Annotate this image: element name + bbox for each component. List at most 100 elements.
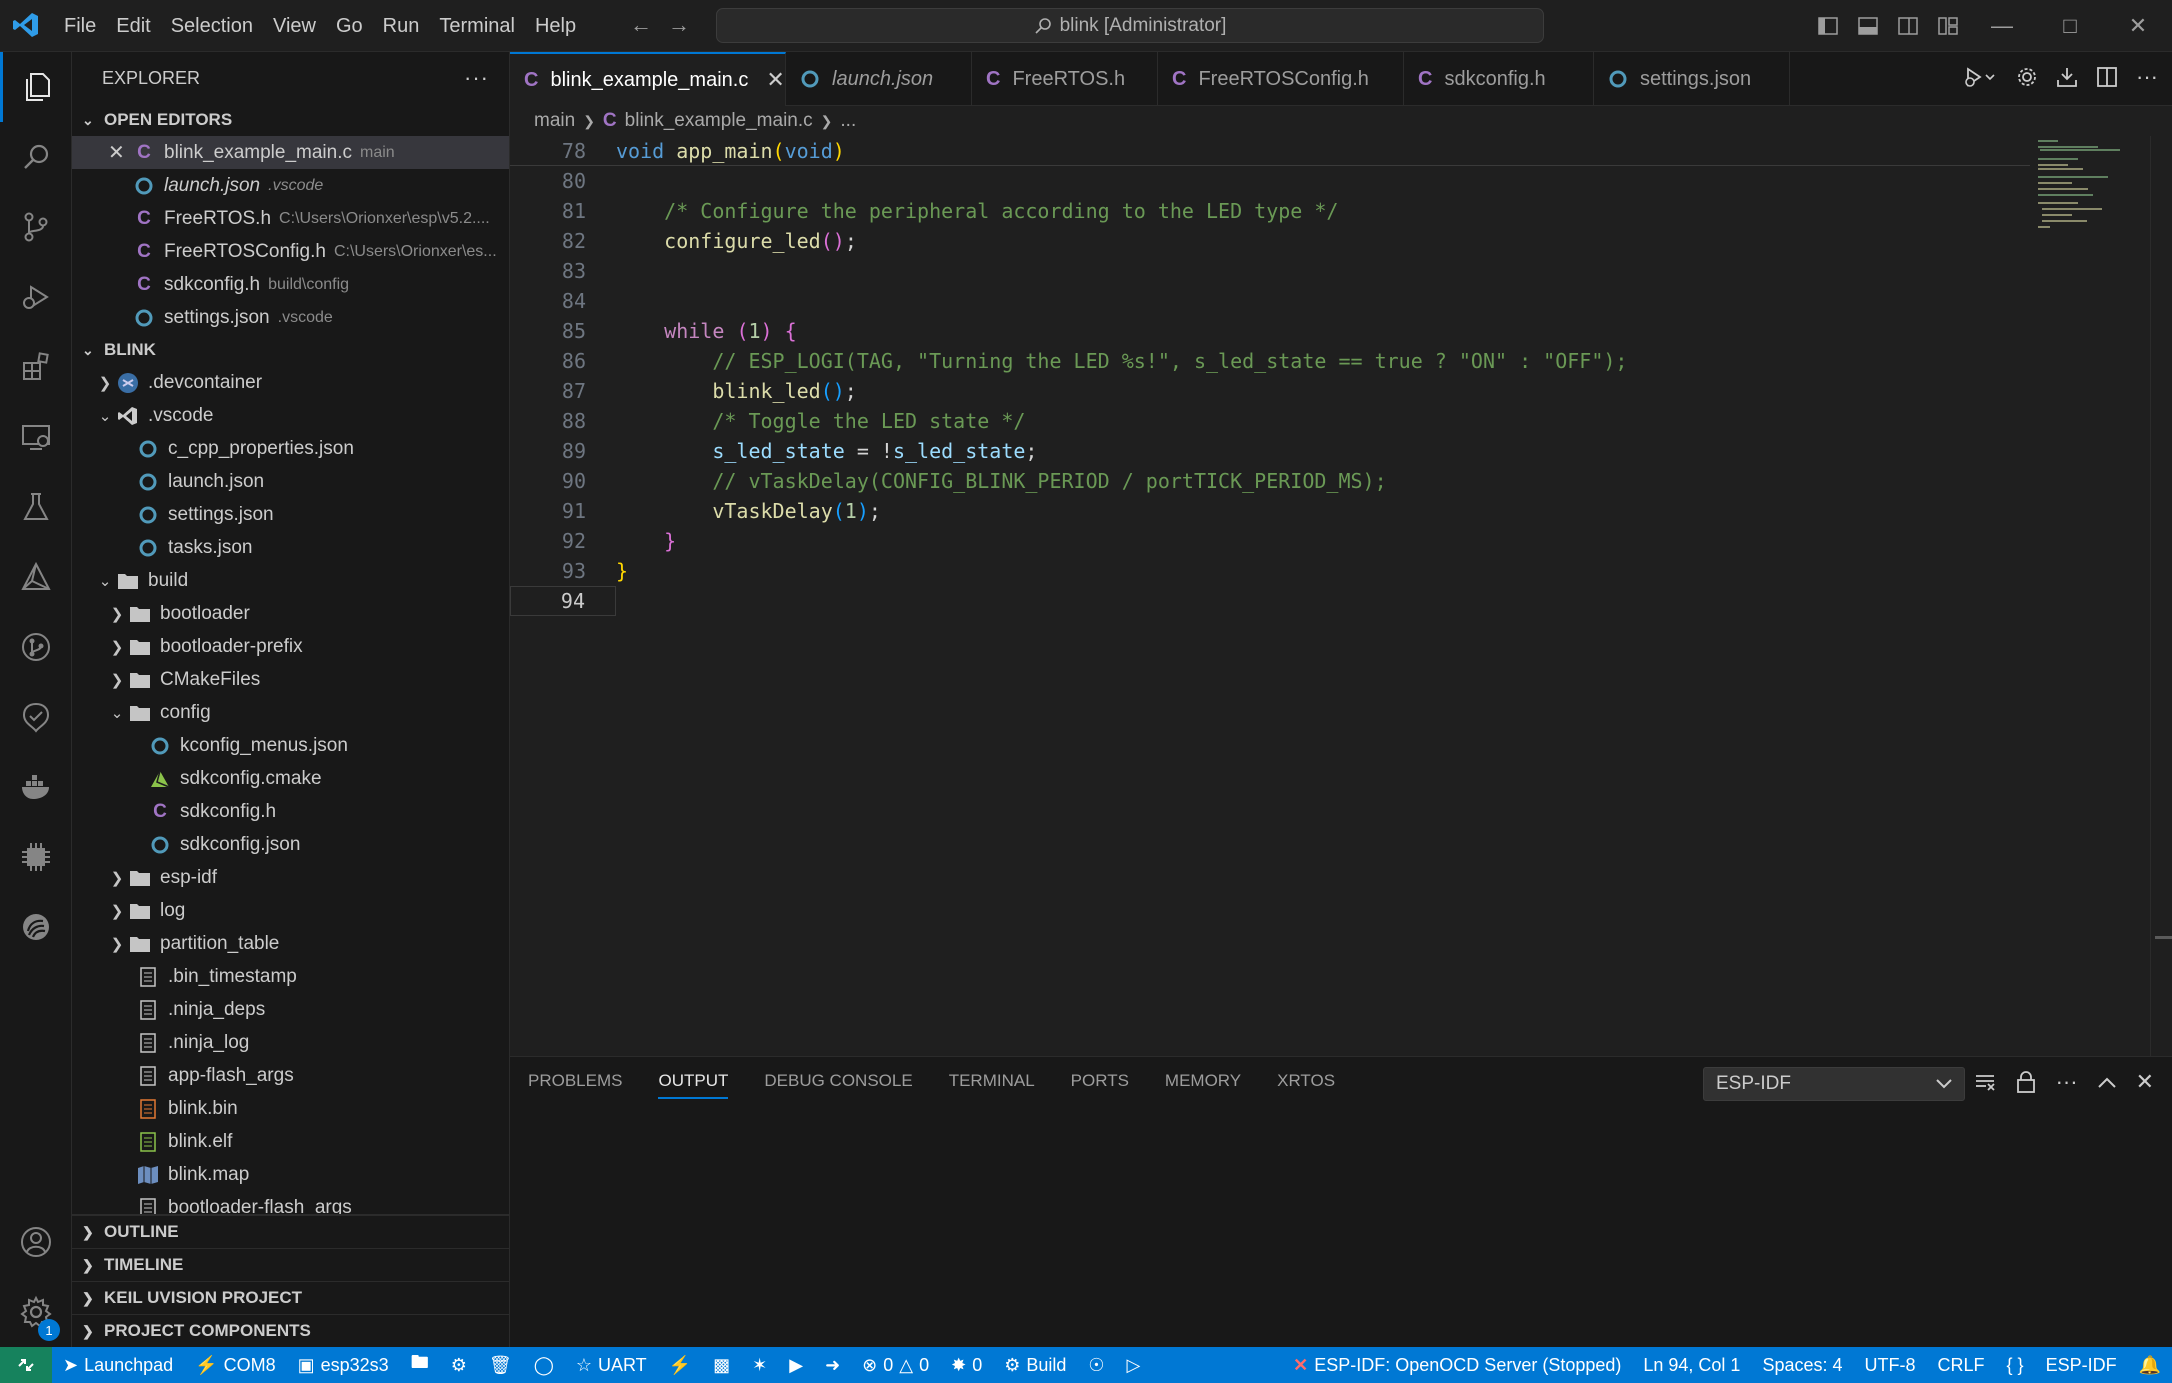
toggle-secondary-sidebar-icon[interactable] <box>1888 0 1928 52</box>
run-play-icon[interactable]: ▷ <box>1116 1355 1152 1376</box>
testing-check-icon[interactable] <box>0 682 72 752</box>
output-channel-select[interactable]: ESP-IDF <box>1703 1067 1965 1101</box>
language-mode[interactable]: ESP-IDF <box>2035 1355 2128 1376</box>
tree-folder[interactable]: ❯ bootloader-prefix <box>72 630 509 663</box>
tree-file[interactable]: blink.bin <box>72 1092 509 1125</box>
port-item[interactable]: ⚡ COM8 <box>184 1355 286 1376</box>
trash-icon[interactable]: 🗑 <box>478 1355 523 1376</box>
split-editor-icon[interactable] <box>2096 66 2118 88</box>
panel-tab-xrtos[interactable]: XRTOS <box>1277 1071 1335 1099</box>
tree-file[interactable]: .ninja_deps <box>72 993 509 1026</box>
tree-file[interactable]: launch.json <box>72 465 509 498</box>
tree-folder[interactable]: ❯ bootloader <box>72 597 509 630</box>
tree-file[interactable]: blink.map <box>72 1158 509 1191</box>
code-editor[interactable]: 78 void app_main(void) 80 81 /* Configur… <box>510 136 2030 1056</box>
maximize-icon[interactable]: □ <box>2036 0 2104 52</box>
tree-file[interactable]: tasks.json <box>72 531 509 564</box>
tree-file[interactable]: settings.json <box>72 498 509 531</box>
maximize-panel-icon[interactable] <box>2097 1076 2116 1088</box>
tree-folder[interactable]: ⌄ config <box>72 696 509 729</box>
menu-selection[interactable]: Selection <box>161 15 263 38</box>
chip-icon[interactable] <box>0 822 72 892</box>
lock-icon[interactable] <box>2016 1071 2036 1093</box>
language-status-braces[interactable]: { } <box>1996 1355 2035 1376</box>
breadcrumb-file[interactable]: blink_example_main.c <box>625 110 813 132</box>
terminal-icon[interactable]: ▶ <box>778 1355 814 1376</box>
toggle-primary-sidebar-icon[interactable] <box>1808 0 1848 52</box>
flame-icon[interactable]: ✶ <box>741 1355 778 1376</box>
download-icon[interactable] <box>2056 66 2078 88</box>
tree-folder[interactable]: ❯ CMakeFiles <box>72 663 509 696</box>
tree-file[interactable]: C sdkconfig.h <box>72 795 509 828</box>
menu-view[interactable]: View <box>263 15 326 38</box>
menu-go[interactable]: Go <box>326 15 373 38</box>
breadcrumb-more[interactable]: ... <box>840 110 856 132</box>
target-item[interactable]: ▣ esp32s3 <box>287 1355 400 1376</box>
explorer-icon[interactable] <box>0 52 72 122</box>
more-actions-icon[interactable]: ··· <box>464 65 489 91</box>
outline-section[interactable]: ❯ OUTLINE <box>72 1215 509 1248</box>
accounts-icon[interactable] <box>0 1207 72 1277</box>
panel-tab-output[interactable]: OUTPUT <box>658 1071 729 1099</box>
docker-icon[interactable] <box>0 752 72 822</box>
tree-folder[interactable]: ❯ log <box>72 894 509 927</box>
minimap[interactable] <box>2030 136 2150 1056</box>
tab-launch-json[interactable]: launch.json <box>786 52 972 106</box>
run-debug-icon[interactable] <box>0 262 72 332</box>
menu-terminal[interactable]: Terminal <box>429 15 525 38</box>
problems-item[interactable]: ⊗ 0 △ 0 <box>851 1355 940 1376</box>
editor-scrollbar[interactable] <box>2150 136 2172 1056</box>
run-debug-dropdown-icon[interactable] <box>1964 66 1998 88</box>
panel-tab-ports[interactable]: PORTS <box>1071 1071 1129 1099</box>
more-actions-icon[interactable]: ··· <box>2136 64 2158 90</box>
open-editor-item[interactable]: settings.json .vscode <box>72 301 509 334</box>
tree-folder-devcontainer[interactable]: ❯ .devcontainer <box>72 366 509 399</box>
open-editor-item[interactable]: C sdkconfig.h build\config <box>72 268 509 301</box>
tree-file[interactable]: .ninja_log <box>72 1026 509 1059</box>
folder-status-icon[interactable]: 🖿 <box>400 1350 440 1380</box>
remote-explorer-icon[interactable] <box>0 402 72 472</box>
menu-help[interactable]: Help <box>525 15 586 38</box>
command-center[interactable]: blink [Administrator] <box>716 8 1544 43</box>
panel-tab-debug-console[interactable]: DEBUG CONSOLE <box>764 1071 912 1099</box>
open-editor-item[interactable]: C FreeRTOS.h C:\Users\Orionxer\esp\v5.2.… <box>72 202 509 235</box>
tree-file[interactable]: sdkconfig.cmake <box>72 762 509 795</box>
cursor-position[interactable]: Ln 94, Col 1 <box>1632 1355 1751 1376</box>
close-icon[interactable]: ✕ <box>108 140 125 165</box>
clear-output-icon[interactable] <box>1974 1072 1996 1092</box>
tree-folder-build[interactable]: ⌄ build <box>72 564 509 597</box>
debug-bug-icon[interactable]: ☉ <box>1077 1355 1115 1376</box>
close-panel-icon[interactable]: ✕ <box>2136 1069 2154 1095</box>
back-arrow-icon[interactable]: ← <box>630 12 652 38</box>
menu-edit[interactable]: Edit <box>106 15 160 38</box>
panel-tab-terminal[interactable]: TERMINAL <box>949 1071 1035 1099</box>
tree-folder[interactable]: ❯ partition_table <box>72 927 509 960</box>
launchpad-item[interactable]: ➤ Launchpad <box>52 1355 184 1376</box>
tree-file[interactable]: kconfig_menus.json <box>72 729 509 762</box>
flash-icon[interactable]: ⚡ <box>658 1355 702 1376</box>
tab-freertos-h[interactable]: C FreeRTOS.h <box>972 52 1158 106</box>
close-window-icon[interactable]: ✕ <box>2104 0 2172 52</box>
scrollbar-thumb[interactable] <box>2155 936 2172 939</box>
ports-forward-item[interactable]: ✸ 0 <box>940 1355 993 1376</box>
panel-tab-memory[interactable]: MEMORY <box>1165 1071 1241 1099</box>
manage-gear-icon[interactable]: 1 <box>0 1277 72 1347</box>
forward-arrow-icon[interactable]: → <box>668 12 690 38</box>
gear-icon[interactable]: ⚙ <box>440 1355 478 1376</box>
tab-freertosconfig-h[interactable]: C FreeRTOSConfig.h <box>1158 52 1404 106</box>
remote-indicator-icon[interactable] <box>0 1347 52 1383</box>
tree-folder-vscode[interactable]: ⌄ .vscode <box>72 399 509 432</box>
tab-settings-json[interactable]: settings.json <box>1594 52 1790 106</box>
close-icon[interactable]: ✕ <box>766 67 784 93</box>
gear-icon[interactable] <box>2016 66 2038 88</box>
project-header[interactable]: ⌄ BLINK <box>72 334 509 366</box>
database-icon[interactable]: ◯ <box>523 1355 565 1376</box>
project-components-section[interactable]: ❯ PROJECT COMPONENTS <box>72 1314 509 1347</box>
menu-file[interactable]: File <box>54 15 106 38</box>
openocd-item[interactable]: ✕ ESP-IDF: OpenOCD Server (Stopped) <box>1282 1355 1632 1376</box>
notifications-bell-icon[interactable]: 🔔 <box>2128 1355 2172 1376</box>
encoding[interactable]: UTF-8 <box>1854 1355 1927 1376</box>
espressif-icon[interactable] <box>0 892 72 962</box>
menu-run[interactable]: Run <box>373 15 430 38</box>
tree-file[interactable]: sdkconfig.json <box>72 828 509 861</box>
